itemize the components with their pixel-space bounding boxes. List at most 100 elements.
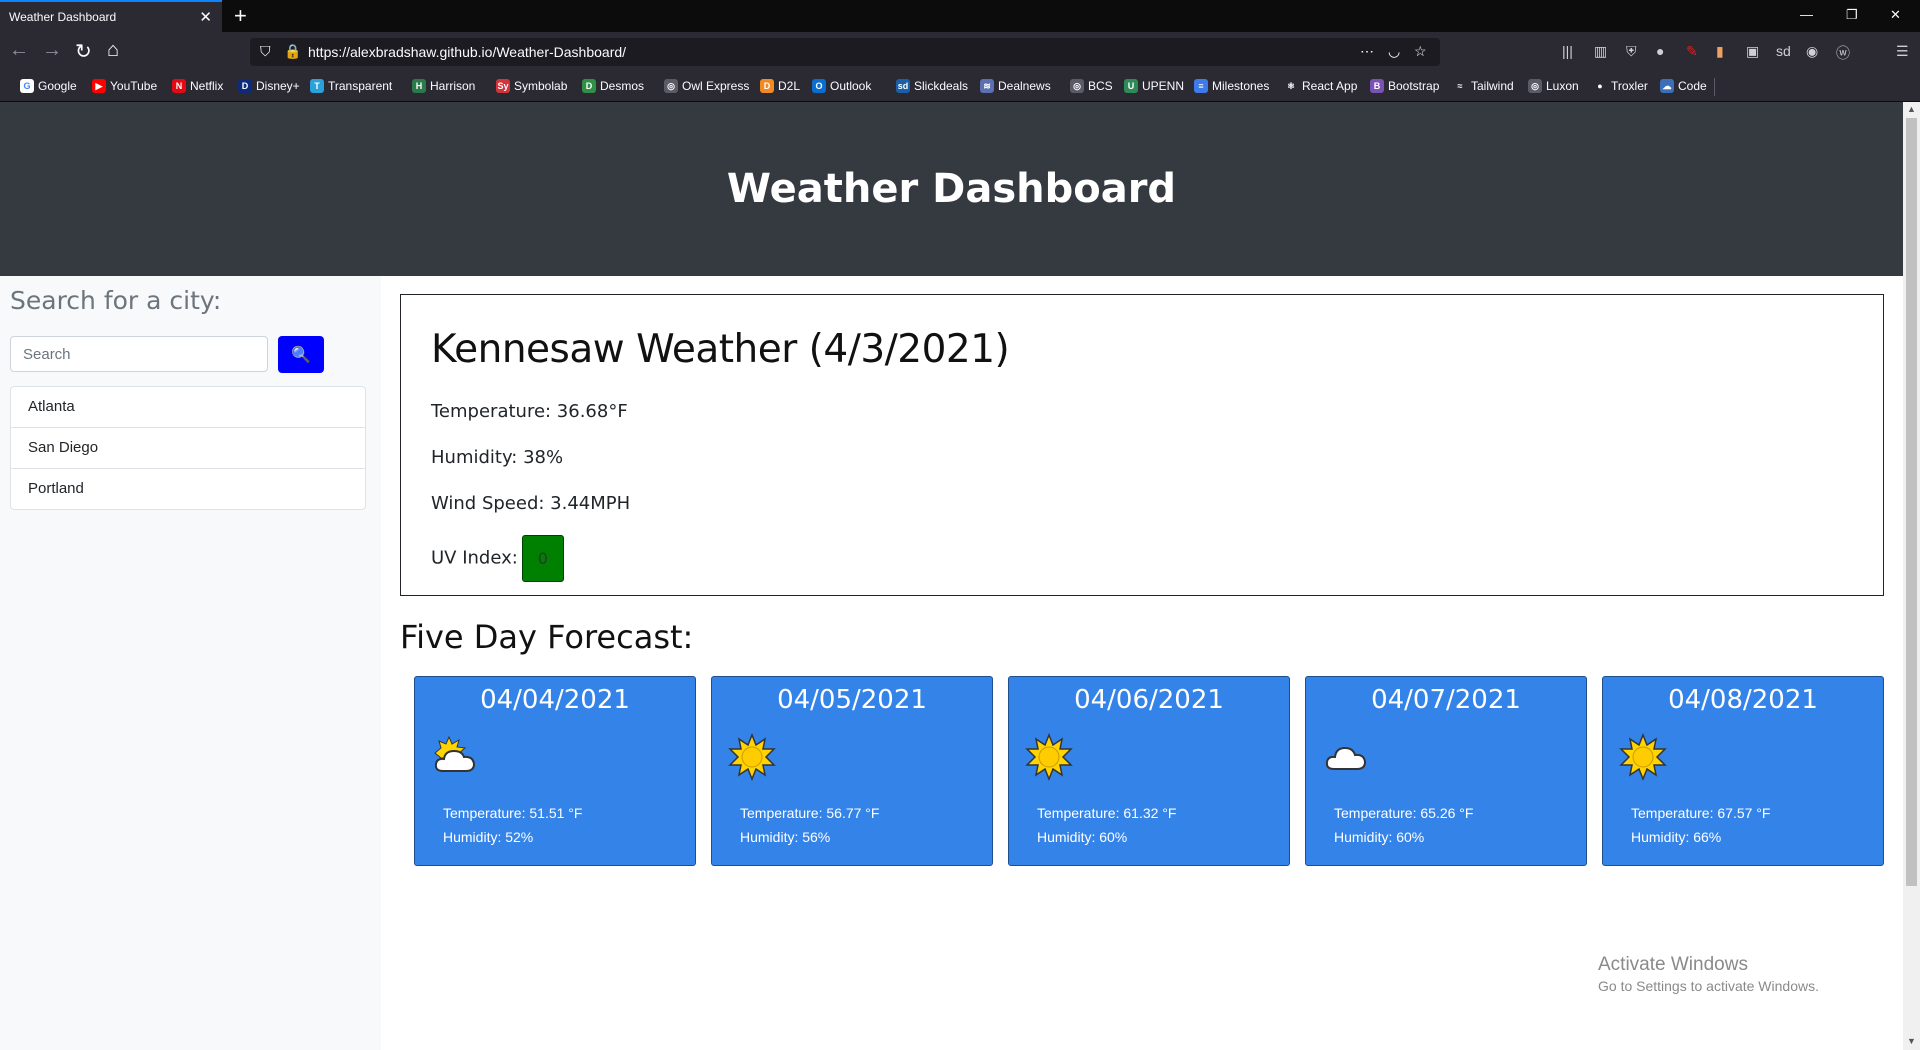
bookmark-label: Owl Express: [682, 79, 750, 93]
page-header: Weather Dashboard: [0, 102, 1903, 276]
search-input[interactable]: [10, 336, 268, 372]
bookmark-item[interactable]: ▶ YouTube: [92, 79, 157, 93]
lock-icon[interactable]: 🔒: [284, 43, 301, 60]
bookmark-item[interactable]: D Disney+: [238, 79, 300, 93]
city-history-item[interactable]: San Diego: [11, 428, 365, 469]
shield-icon[interactable]: ⛉: [260, 43, 271, 60]
bookmark-item[interactable]: Sy Symbolab: [496, 79, 567, 93]
bookmark-label: Luxon: [1546, 79, 1579, 93]
current-weather-card: Kennesaw Weather (4/3/2021) Temperature:…: [400, 294, 1884, 596]
bookmark-label: React App: [1302, 79, 1358, 93]
bookmark-favicon-icon: D: [582, 79, 596, 93]
bookmark-item[interactable]: ☁ Code: [1660, 79, 1707, 93]
library-icon[interactable]: |||: [1562, 43, 1573, 59]
page-viewport: Weather Dashboard Search for a city: 🔍 A…: [0, 102, 1903, 1050]
browser-navigation-bar: ← → ↻ ⌂ ⛉ 🔒 https://alexbradshaw.github.…: [0, 32, 1920, 72]
bookmark-favicon-icon: G: [20, 79, 34, 93]
bookmark-star-icon[interactable]: ☆: [1414, 43, 1427, 60]
bookmark-item[interactable]: ⚛ React App: [1284, 79, 1357, 93]
bookmark-label: YouTube: [110, 79, 158, 93]
forecast-card: 04/08/2021 Temperature: 67.57 °F Humidity:…: [1602, 676, 1884, 866]
forecast-card: 04/05/2021 Temperature: 56.77 °F Humidity:…: [711, 676, 993, 866]
ublock-icon[interactable]: ⛨: [1626, 43, 1637, 60]
bookmark-label: D2L: [778, 79, 801, 93]
bookmark-favicon-icon: ◎: [1070, 79, 1084, 93]
bookmark-item[interactable]: H Harrison: [412, 79, 475, 93]
bookmark-favicon-icon: ◎: [664, 79, 678, 93]
bookmark-item[interactable]: ◎ Owl Express: [664, 79, 749, 93]
activate-windows-watermark: Activate Windows Go to Settings to activ…: [1598, 954, 1819, 994]
forecast-humidity: Humidity: 60%: [1334, 829, 1425, 845]
search-button[interactable]: 🔍: [278, 336, 324, 373]
bookmark-favicon-icon: H: [412, 79, 426, 93]
adblock-icon[interactable]: ●: [1656, 43, 1664, 59]
account-icon[interactable]: ◉: [1806, 43, 1818, 60]
bookmark-item[interactable]: O Outlook: [812, 79, 871, 93]
extension-red-icon[interactable]: ✎: [1686, 43, 1698, 60]
sun-icon: [1619, 732, 1667, 782]
bookmark-item[interactable]: ≈ Tailwind: [1453, 79, 1514, 93]
current-temperature: Temperature: 36.68°F: [431, 401, 628, 422]
tab-close-icon[interactable]: ✕: [199, 8, 212, 26]
forecast-humidity: Humidity: 56%: [740, 829, 831, 845]
new-tab-button[interactable]: +: [234, 3, 247, 29]
bookmark-item[interactable]: N Netflix: [172, 79, 223, 93]
back-arrow-icon[interactable]: ←: [9, 39, 29, 62]
page-scrollbar[interactable]: ▲ ▼: [1903, 102, 1920, 1050]
bookmark-item[interactable]: ≡ Milestones: [1194, 79, 1269, 93]
forecast-date: 04/06/2021: [1074, 685, 1224, 715]
city-history-item[interactable]: Portland: [11, 469, 365, 509]
slickdeals-extension-icon[interactable]: sd: [1776, 43, 1791, 59]
page-actions-icon[interactable]: ⋯: [1360, 43, 1374, 60]
forward-arrow-icon[interactable]: →: [42, 39, 62, 62]
bookmark-item[interactable]: T Transparent: [310, 79, 392, 93]
bookmark-item[interactable]: B Bootstrap: [1370, 79, 1439, 93]
extension-orange-icon[interactable]: ▮: [1716, 43, 1724, 60]
forecast-date: 04/04/2021: [480, 685, 630, 715]
browser-tab-weather-dashboard[interactable]: Weather Dashboard ✕: [0, 0, 222, 32]
bookmark-label: Google: [38, 79, 77, 93]
bookmark-item[interactable]: D Desmos: [582, 79, 644, 93]
city-history-list: Atlanta San Diego Portland: [10, 386, 366, 510]
uv-index-label: UV Index:: [431, 547, 518, 569]
bookmark-label: Bootstrap: [1388, 79, 1440, 93]
url-text[interactable]: https://alexbradshaw.github.io/Weather-D…: [308, 44, 626, 60]
bookmark-favicon-icon: ≡: [1194, 79, 1208, 93]
home-icon[interactable]: ⌂: [107, 39, 119, 62]
bookmark-favicon-icon: ●: [1593, 79, 1607, 93]
bookmark-favicon-icon: U: [1124, 79, 1138, 93]
bookmark-item[interactable]: G Google: [20, 79, 77, 93]
bookmark-label: Troxler: [1611, 79, 1648, 93]
bookmark-item[interactable]: ≋ Dealnews: [980, 79, 1051, 93]
forecast-card: 04/04/2021 Temperature: 51.51 °F Humidity:…: [414, 676, 696, 866]
extension-gray-icon[interactable]: ▣: [1746, 43, 1759, 60]
bookmark-item[interactable]: ● Troxler: [1593, 79, 1648, 93]
scrollbar-thumb[interactable]: [1906, 118, 1917, 886]
scroll-down-icon[interactable]: ▼: [1907, 1036, 1916, 1046]
scroll-up-icon[interactable]: ▲: [1907, 104, 1916, 114]
bookmark-item[interactable]: sd Slickdeals: [896, 79, 968, 93]
bookmark-item[interactable]: ◎ Luxon: [1528, 79, 1579, 93]
bookmark-item[interactable]: ◎ BCS: [1070, 79, 1113, 93]
bookmark-separator: [1714, 78, 1715, 96]
forecast-card: 04/06/2021 Temperature: 61.32 °F Humidity:…: [1008, 676, 1290, 866]
bookmark-favicon-icon: ☁: [1660, 79, 1674, 93]
minimize-window-icon[interactable]: —: [1800, 7, 1813, 22]
restore-window-icon[interactable]: ❐: [1846, 7, 1858, 23]
bookmark-item[interactable]: D D2L: [760, 79, 800, 93]
page-title: Weather Dashboard: [726, 166, 1177, 212]
address-bar[interactable]: ⛉ 🔒 https://alexbradshaw.github.io/Weath…: [250, 38, 1440, 66]
bookmark-item[interactable]: U UPENN: [1124, 79, 1184, 93]
cloud-icon: [1322, 733, 1370, 781]
sidebar-icon[interactable]: ▥: [1594, 43, 1607, 60]
close-window-icon[interactable]: ✕: [1890, 7, 1901, 23]
reload-icon[interactable]: ↻: [75, 39, 92, 64]
city-history-item[interactable]: Atlanta: [11, 387, 365, 428]
forecast-temperature: Temperature: 56.77 °F: [740, 805, 880, 821]
bookmark-label: Dealnews: [998, 79, 1051, 93]
forecast-title: Five Day Forecast:: [400, 618, 694, 656]
extension-w-icon[interactable]: ⓦ: [1836, 43, 1850, 63]
forecast-date: 04/05/2021: [777, 685, 927, 715]
pocket-icon[interactable]: ◡: [1388, 43, 1400, 60]
menu-icon[interactable]: ☰: [1896, 43, 1909, 60]
